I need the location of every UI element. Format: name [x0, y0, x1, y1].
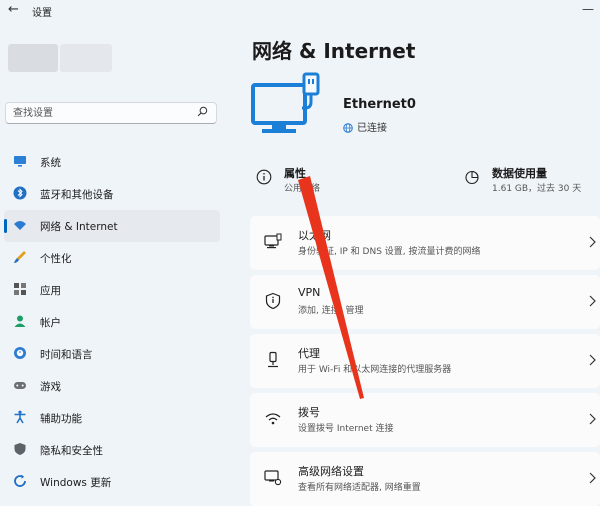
properties-link[interactable]: 属性 公用网络 [256, 165, 446, 199]
apps-icon [14, 283, 26, 295]
card-title: 拨号 [298, 406, 320, 419]
monitor-icon [14, 156, 26, 167]
data-usage-title: 数据使用量 [492, 167, 547, 180]
data-usage-link[interactable]: 数据使用量 1.61 GB，过去 30 天 [464, 165, 600, 199]
brush-icon [14, 251, 26, 263]
sidebar-item-label: Windows 更新 [40, 477, 112, 489]
card-title: VPN [298, 286, 321, 299]
card-description: 查看所有网络适配器, 网络重置 [298, 483, 421, 493]
card-description: 添加, 连接, 管理 [298, 306, 364, 316]
sidebar-item-windows-update[interactable]: Windows 更新 [4, 466, 220, 498]
sidebar-item-label: 时间和语言 [40, 349, 93, 361]
account-avatar[interactable] [8, 38, 112, 78]
vpn-shield-icon [265, 292, 281, 310]
sidebar-item-personalization[interactable]: 个性化 [4, 242, 220, 274]
sidebar-item-label: 隐私和安全性 [40, 445, 103, 457]
search-icon[interactable] [197, 106, 208, 117]
sidebar-item-system[interactable]: 系统 [4, 146, 220, 178]
advanced-network-icon [264, 470, 282, 486]
connection-status-text: 已连接 [357, 123, 387, 134]
chevron-right-icon [589, 236, 596, 248]
proxy-icon [268, 351, 278, 368]
sidebar-item-privacy[interactable]: 隐私和安全性 [4, 434, 220, 466]
proxy-card[interactable]: 代理 用于 Wi-Fi 和以太网连接的代理服务器 [250, 334, 600, 388]
dialup-card[interactable]: 拨号 设置拨号 Internet 连接 [250, 393, 600, 447]
vpn-card[interactable]: VPN 添加, 连接, 管理 [250, 275, 600, 329]
sidebar-item-label: 个性化 [40, 253, 72, 265]
sidebar-item-bluetooth[interactable]: 蓝牙和其他设备 [4, 178, 220, 210]
chevron-right-icon [589, 354, 596, 366]
sidebar-item-label: 蓝牙和其他设备 [40, 189, 114, 201]
chevron-right-icon [589, 295, 596, 307]
accessibility-icon [14, 410, 26, 424]
advanced-network-card[interactable]: 高级网络设置 查看所有网络适配器, 网络重置 [250, 452, 600, 506]
info-icon [256, 169, 272, 185]
globe-icon [343, 123, 353, 133]
sidebar-item-label: 游戏 [40, 381, 61, 393]
sidebar-item-time-language[interactable]: 时间和语言 [4, 338, 220, 370]
back-arrow-icon[interactable]: ← [8, 2, 19, 17]
sidebar-item-label: 辅助功能 [40, 413, 82, 425]
sidebar-nav: 系统 蓝牙和其他设备 网络 & Internet 个性化 应用 帐户 时间和语言… [4, 146, 220, 498]
gamepad-icon [14, 382, 26, 389]
card-title: 高级网络设置 [298, 465, 364, 478]
dialup-icon [265, 413, 281, 425]
sidebar-item-label: 帐户 [40, 317, 61, 329]
wifi-icon [14, 221, 26, 230]
card-title: 以太网 [298, 229, 331, 242]
search-input[interactable] [13, 105, 193, 121]
sidebar-item-label: 系统 [40, 157, 61, 169]
person-icon [14, 315, 26, 327]
sidebar-item-label: 应用 [40, 285, 61, 297]
window-title: 设置 [32, 8, 52, 19]
chevron-right-icon [589, 413, 596, 425]
card-title: 代理 [298, 347, 320, 360]
sidebar-item-accounts[interactable]: 帐户 [4, 306, 220, 338]
sidebar-item-gaming[interactable]: 游戏 [4, 370, 220, 402]
card-description: 设置拨号 Internet 连接 [298, 424, 394, 434]
connection-status: 已连接 [343, 119, 387, 134]
card-description: 用于 Wi-Fi 和以太网连接的代理服务器 [298, 365, 452, 375]
sidebar-item-accessibility[interactable]: 辅助功能 [4, 402, 220, 434]
sidebar-item-apps[interactable]: 应用 [4, 274, 220, 306]
ethernet-icon [264, 233, 282, 249]
page-title: 网络 & Internet [252, 39, 416, 63]
properties-title: 属性 [284, 167, 306, 180]
adapter-name: Ethernet0 [343, 97, 416, 112]
search-box[interactable] [5, 102, 217, 124]
shield-icon [14, 443, 26, 455]
properties-subtitle: 公用网络 [284, 184, 321, 194]
minimize-icon[interactable]: — [582, 2, 594, 16]
sidebar-item-network[interactable]: 网络 & Internet [4, 210, 220, 242]
clock-globe-icon [14, 347, 26, 359]
title-bar: ← 设置 — [0, 0, 600, 22]
sidebar-item-label: 网络 & Internet [40, 221, 118, 233]
ethernet-card[interactable]: 以太网 身份验证, IP 和 DNS 设置, 按流量计费的网络 [250, 216, 600, 270]
bluetooth-icon [13, 186, 27, 200]
card-description: 身份验证, IP 和 DNS 设置, 按流量计费的网络 [298, 247, 481, 257]
data-usage-subtitle: 1.61 GB，过去 30 天 [492, 184, 582, 194]
update-icon [14, 474, 26, 487]
pie-chart-icon [465, 170, 479, 185]
ethernet-monitor-icon [251, 72, 320, 133]
chevron-right-icon [589, 472, 596, 484]
